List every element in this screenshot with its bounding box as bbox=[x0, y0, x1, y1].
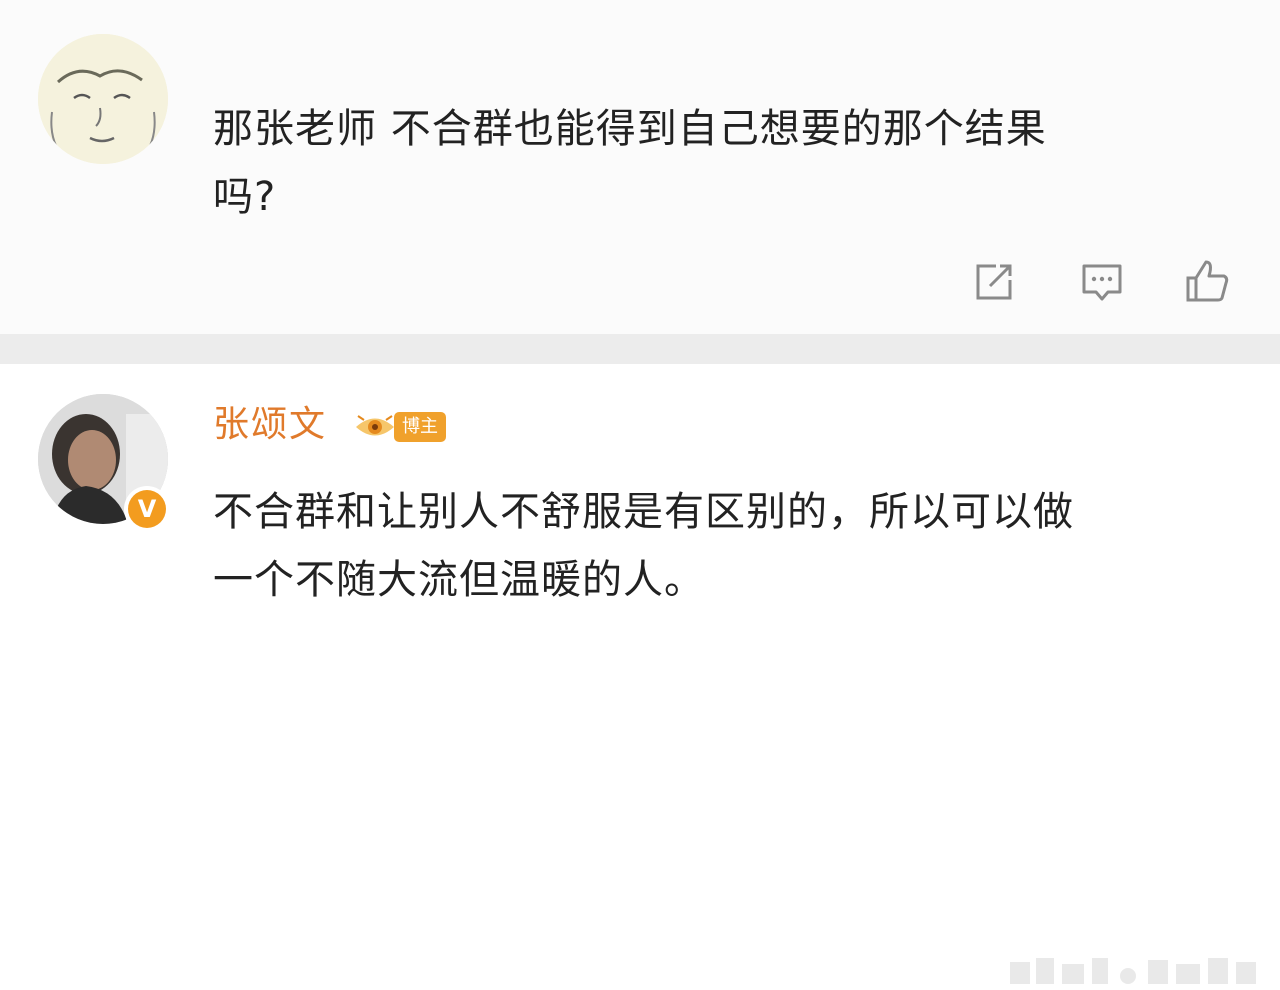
like-button[interactable] bbox=[1180, 254, 1236, 310]
comment-text-line: 那张老师 不合群也能得到自己想要的那个结果 bbox=[213, 106, 1047, 152]
reply-text-line: 一个不随大流但温暖的人。 bbox=[213, 557, 705, 603]
like-icon bbox=[1186, 260, 1229, 302]
avatar-sketch-icon bbox=[38, 34, 168, 164]
username[interactable]: 张颂文 bbox=[213, 400, 327, 450]
verified-icon: V bbox=[128, 490, 166, 528]
reply-text-line: 不合群和让别人不舒服是有区别的，所以可以做 bbox=[213, 489, 1074, 535]
comment-text: 那张老师 不合群也能得到自己想要的那个结果 吗? bbox=[213, 95, 1213, 231]
comment-icon bbox=[1082, 264, 1122, 301]
eye-badge-icon bbox=[356, 415, 394, 436]
comment-card: 那张老师 不合群也能得到自己想要的那个结果 吗? bbox=[0, 0, 1280, 334]
reply-text: 不合群和让别人不舒服是有区别的，所以可以做 一个不随大流但温暖的人。 bbox=[213, 478, 1233, 614]
badge-label: 博主 bbox=[394, 412, 446, 442]
avatar[interactable] bbox=[38, 34, 168, 164]
comment-text-line: 吗? bbox=[213, 174, 277, 220]
watermark-icon bbox=[1010, 958, 1256, 984]
reply-card: V 张颂文 博主 不合群和让别人不舒服是有区别的，所以可以做 一个不随大流但温暖… bbox=[0, 364, 1280, 984]
comment-divider bbox=[0, 334, 1280, 364]
share-button[interactable] bbox=[966, 254, 1022, 310]
blogger-badge: 博主 bbox=[352, 408, 446, 446]
verified-badge: V bbox=[124, 486, 170, 532]
comment-button[interactable] bbox=[1074, 254, 1130, 310]
share-icon bbox=[976, 264, 1012, 300]
